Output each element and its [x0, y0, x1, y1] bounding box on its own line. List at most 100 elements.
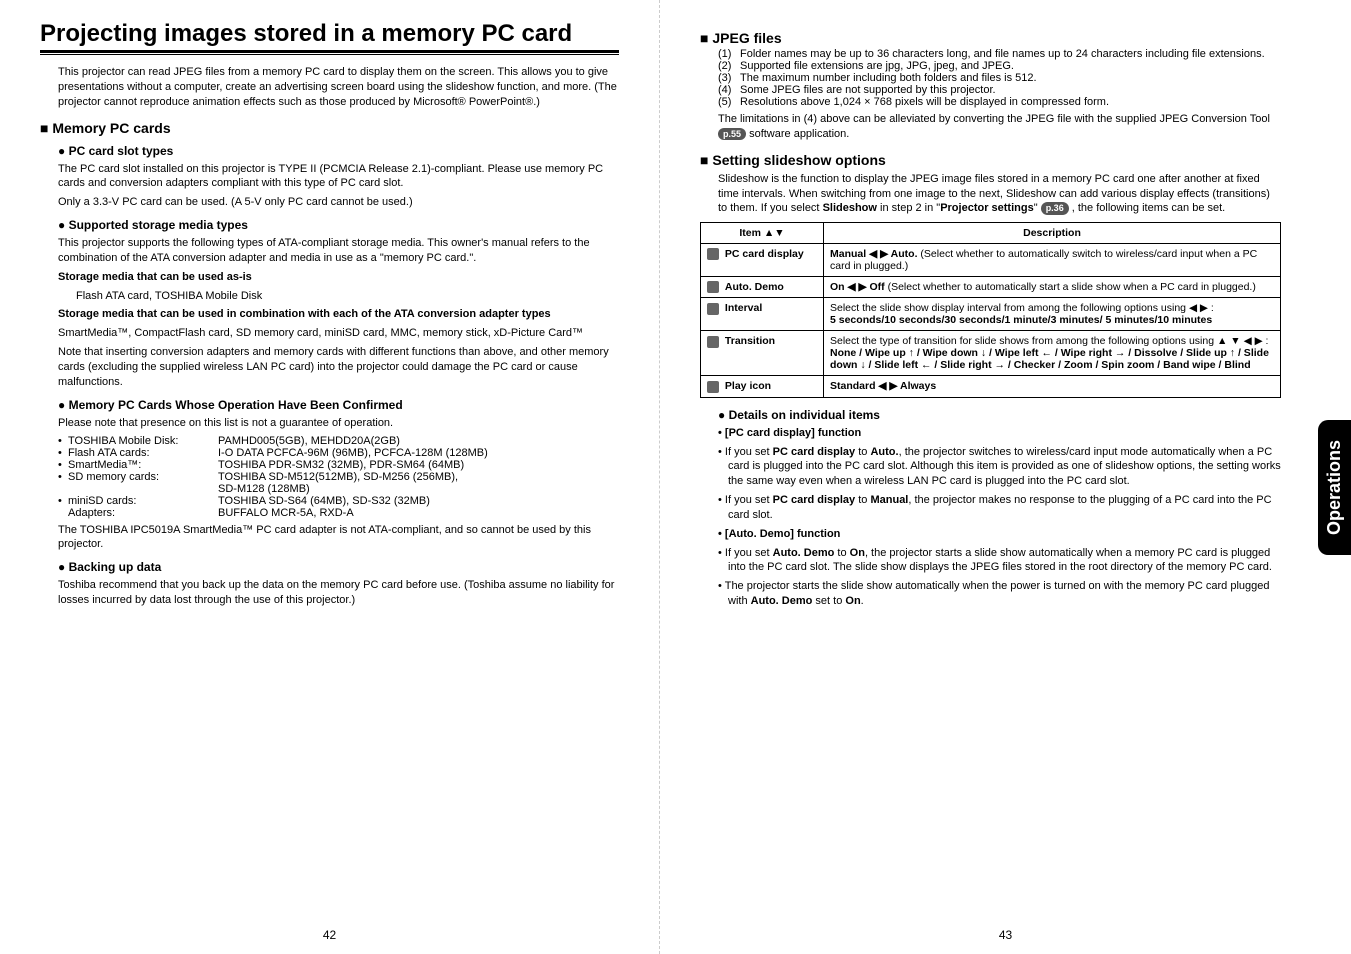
table-cell-description: Select the type of transition for slide … [824, 331, 1281, 376]
desc-rest: (Select whether to automatically start a… [885, 281, 1256, 293]
table-header-description: Description [824, 223, 1281, 244]
table-cell-item: Interval [701, 298, 824, 331]
page-ref-36: p.36 [1041, 202, 1069, 214]
list-label: TOSHIBA Mobile Disk: [68, 435, 218, 447]
desc-pre: Select the type of transition for slide … [830, 335, 1274, 347]
left-page: Projecting images stored in a memory PC … [0, 0, 660, 954]
list-label: SD memory cards: [68, 471, 218, 483]
txt: set to [812, 595, 845, 607]
list-item: •SD memory cards:TOSHIBA SD-M512(512MB),… [58, 471, 619, 483]
txt: If you set [725, 547, 773, 559]
list-label: SmartMedia™: [68, 459, 218, 471]
table-row: PC card display Manual ◀ ▶ Auto. (Select … [701, 244, 1281, 277]
auto-demo-bullet-1: • If you set Auto. Demo to On, the proje… [728, 546, 1281, 576]
jpeg-end-b: software application. [746, 128, 849, 140]
list-number: (1) [718, 48, 740, 60]
media-as-is-content: Flash ATA card, TOSHIBA Mobile Disk [76, 289, 619, 304]
auto-demo-section-title: • [Auto. Demo] function [718, 527, 1281, 542]
auto-demo-title-text: [Auto. Demo] function [725, 528, 840, 540]
intro-paragraph: This projector can read JPEG files from … [58, 65, 619, 110]
backup-paragraph: Toshiba recommend that you back up the d… [58, 578, 619, 608]
pc-display-bullet-1: • If you set PC card display to Auto., t… [728, 445, 1281, 490]
slideshow-bold-2: Projector settings [940, 202, 1034, 214]
media-note: Note that inserting conversion adapters … [58, 345, 619, 390]
list-item: •SmartMedia™:TOSHIBA PDR-SM32 (32MB), PD… [58, 459, 619, 471]
title-rule-thin [40, 54, 619, 55]
list-label [68, 483, 218, 495]
bullet-dot: • [58, 447, 68, 459]
confirmed-end-note: The TOSHIBA IPC5019A SmartMedia™ PC card… [58, 523, 619, 553]
confirmed-card-list: •TOSHIBA Mobile Disk:PAMHD005(5GB), MEHD… [40, 435, 619, 519]
table-row: Auto. Demo On ◀ ▶ Off (Select whether to … [701, 277, 1281, 298]
txt: If you set [725, 446, 773, 458]
desc-bold-2: None / Wipe up ↑ / Wipe down ↓ / Wipe le… [830, 347, 1274, 371]
table-cell-description: Manual ◀ ▶ Auto. (Select whether to auto… [824, 244, 1281, 277]
list-item: (3)The maximum number including both fol… [718, 72, 1281, 84]
up-down-arrows-icon: ▲▼ [764, 227, 785, 239]
table-cell-item: PC card display [701, 244, 824, 277]
media-paragraph: This projector supports the following ty… [58, 236, 619, 266]
media-adapter-title: Storage media that can be used in combin… [58, 307, 619, 322]
list-number: (3) [718, 72, 740, 84]
th-item-text: Item [739, 227, 761, 239]
table-row: Transition Select the type of transition … [701, 331, 1281, 376]
setting-name: Interval [725, 302, 762, 314]
list-value: TOSHIBA SD-M512(512MB), SD-M256 (256MB), [218, 471, 619, 483]
list-item: (1)Folder names may be up to 36 characte… [718, 48, 1281, 60]
slideshow-text-d: , the following items can be set. [1069, 202, 1226, 214]
list-item: SD-M128 (128MB) [58, 483, 619, 495]
setting-icon [707, 281, 719, 293]
setting-name: Auto. Demo [725, 281, 784, 293]
heading-slideshow-options: Setting slideshow options [700, 152, 1281, 168]
bullet-dot [58, 507, 68, 519]
setting-name: PC card display [725, 248, 804, 260]
slot-paragraph-1: The PC card slot installed on this proje… [58, 162, 619, 192]
main-title: Projecting images stored in a memory PC … [40, 20, 619, 48]
heading-storage-media: Supported storage media types [58, 218, 619, 232]
slot-paragraph-2: Only a 3.3-V PC card can be used. (A 5-V… [58, 195, 619, 210]
txt-bold: Auto. [870, 446, 898, 458]
page-ref-55: p.55 [718, 128, 746, 140]
list-number: (2) [718, 60, 740, 72]
pc-display-title-text: [PC card display] function [725, 427, 861, 439]
jpeg-end-a: The limitations in (4) above can be alle… [718, 113, 1270, 125]
list-value: PAMHD005(5GB), MEHDD20A(2GB) [218, 435, 619, 447]
list-number: (4) [718, 84, 740, 96]
heading-backup: Backing up data [58, 560, 619, 574]
desc-bold: On ◀ ▶ Off [830, 281, 885, 293]
txt: to [855, 446, 870, 458]
desc-bold: Manual ◀ ▶ Auto. [830, 248, 918, 260]
list-value: TOSHIBA PDR-SM32 (32MB), PDR-SM64 (64MB) [218, 459, 619, 471]
list-item: •Flash ATA cards:I-O DATA PCFCA-96M (96M… [58, 447, 619, 459]
heading-memory-pc-cards: Memory PC cards [40, 120, 619, 136]
setting-name: Transition [725, 335, 775, 347]
setting-name: Play icon [725, 380, 771, 392]
list-label: Adapters: [68, 507, 218, 519]
txt-bold: Auto. Demo [773, 547, 835, 559]
setting-icon [707, 303, 719, 315]
table-cell-description: On ◀ ▶ Off (Select whether to automatica… [824, 277, 1281, 298]
list-item: (2)Supported file extensions are jpg, JP… [718, 60, 1281, 72]
table-row: Interval Select the slide show display in… [701, 298, 1281, 331]
list-number: (5) [718, 96, 740, 108]
pc-display-section-title: • [PC card display] function [718, 426, 1281, 441]
bullet-dot: • [58, 495, 68, 507]
desc-pre: Select the slide show display interval f… [830, 302, 1274, 314]
confirmed-note: Please note that presence on this list i… [58, 416, 619, 431]
list-item: (4)Some JPEG files are not supported by … [718, 84, 1281, 96]
page-spread: Projecting images stored in a memory PC … [0, 0, 1351, 954]
heading-slot-types: PC card slot types [58, 144, 619, 158]
heading-details: Details on individual items [718, 408, 1281, 422]
txt: . [861, 595, 864, 607]
bullet-dot: • [58, 459, 68, 471]
list-text: Supported file extensions are jpg, JPG, … [740, 60, 1281, 72]
txt-bold: Auto. Demo [751, 595, 813, 607]
list-value: SD-M128 (128MB) [218, 483, 619, 495]
pc-display-bullet-2: • If you set PC card display to Manual, … [728, 493, 1281, 523]
right-page: JPEG files (1)Folder names may be up to … [660, 0, 1351, 954]
table-cell-item: Auto. Demo [701, 277, 824, 298]
list-text: Folder names may be up to 36 characters … [740, 48, 1281, 60]
list-item: Adapters:BUFFALO MCR-5A, RXD-A [58, 507, 619, 519]
bullet-dot: • [58, 471, 68, 483]
txt-bold: On [850, 547, 865, 559]
